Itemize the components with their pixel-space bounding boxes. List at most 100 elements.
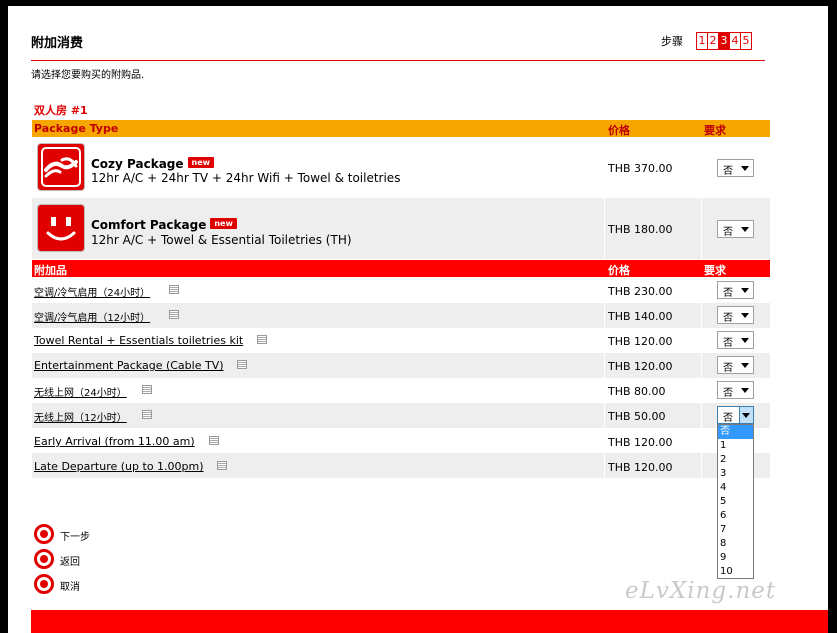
addon-link[interactable]: 无线上网（24小时） (34, 384, 127, 399)
radio-button-icon (34, 574, 54, 594)
chevron-down-icon (742, 413, 750, 418)
package-name: Cozy Package new (91, 157, 215, 171)
chevron-down-icon (741, 227, 749, 232)
dropdown-option[interactable]: 3 (718, 467, 753, 481)
info-icon[interactable] (169, 285, 179, 294)
package-price: THB 180.00 (608, 223, 673, 236)
info-icon[interactable] (142, 385, 152, 394)
addon-link[interactable]: 无线上网（12小时） (34, 409, 127, 424)
info-icon[interactable] (209, 436, 219, 445)
column-divider (604, 198, 605, 259)
addon-link[interactable]: Late Departure (up to 1.00pm) (34, 460, 204, 473)
column-divider (701, 378, 702, 403)
dropdown-option[interactable]: 2 (718, 453, 753, 467)
column-divider (604, 353, 605, 378)
addon-link[interactable]: 空调/冷气启用（24小时） (34, 284, 150, 299)
addon-row-cable-tv: Entertainment Package (Cable TV) THB 120… (32, 353, 770, 378)
column-divider (701, 403, 702, 428)
addon-select-open[interactable]: 否 (717, 406, 754, 424)
addon-price: THB 80.00 (608, 385, 666, 398)
addon-row-wifi-12h: 无线上网（12小时） THB 50.00 否 (32, 403, 770, 428)
column-divider (604, 303, 605, 328)
column-divider (604, 137, 605, 198)
addon-select[interactable]: 否 (717, 356, 754, 374)
addon-row-towel: Towel Rental + Essentials toiletries kit… (32, 328, 770, 353)
chevron-down-icon (741, 313, 749, 318)
info-icon[interactable] (169, 310, 179, 319)
addon-price: THB 140.00 (608, 310, 673, 323)
addon-link[interactable]: 空调/冷气启用（12小时） (34, 309, 150, 324)
column-divider (604, 403, 605, 428)
package-select-comfort[interactable]: 否 (717, 220, 754, 238)
dropdown-option[interactable]: 7 (718, 523, 753, 537)
package-description: 12hr A/C + Towel & Essential Toiletries … (91, 233, 352, 247)
addon-row-early-arrival: Early Arrival (from 11.00 am) THB 120.00 (32, 428, 770, 453)
addon-link[interactable]: Towel Rental + Essentials toiletries kit (34, 334, 243, 347)
addon-link[interactable]: Early Arrival (from 11.00 am) (34, 435, 195, 448)
addon-select[interactable]: 否 (717, 306, 754, 324)
new-badge: new (210, 218, 237, 229)
quantity-dropdown-list[interactable]: 否 1 2 3 4 5 6 7 8 9 10 (717, 424, 754, 579)
addon-row-ac-24h: 空调/冷气启用（24小时） THB 230.00 否 (32, 278, 770, 303)
info-icon[interactable] (142, 410, 152, 419)
chevron-down-icon (741, 388, 749, 393)
room-title: 双人房 #1 (34, 104, 88, 117)
column-divider (701, 328, 702, 353)
dropdown-option[interactable]: 8 (718, 537, 753, 551)
info-icon[interactable] (257, 335, 267, 344)
watermark: eLvXing.net (625, 578, 777, 604)
info-icon[interactable] (217, 461, 227, 470)
chevron-down-icon (741, 166, 749, 171)
page-title: 附加消费 (31, 36, 84, 51)
step-5[interactable]: 5 (740, 32, 752, 50)
column-divider (701, 137, 702, 198)
package-description: 12hr A/C + 24hr TV + 24hr Wifi + Towel &… (91, 171, 401, 185)
package-select-cozy[interactable]: 否 (717, 159, 754, 177)
dropdown-option[interactable]: 1 (718, 439, 753, 453)
column-divider (701, 278, 702, 303)
column-divider (701, 453, 702, 478)
chevron-down-icon (741, 288, 749, 293)
addon-select[interactable]: 否 (717, 331, 754, 349)
page-panel: 附加消费 步骤 1 2 3 4 5 请选择您要购买的附购品. 双人房 #1 Pa… (8, 6, 828, 633)
package-price: THB 370.00 (608, 162, 673, 175)
dropdown-option[interactable]: 5 (718, 495, 753, 509)
radio-button-icon (34, 524, 54, 544)
column-divider (701, 198, 702, 259)
addon-row-ac-12h: 空调/冷气启用（12小时） THB 140.00 否 (32, 303, 770, 328)
column-divider (604, 328, 605, 353)
request-header: 要求 (704, 264, 726, 277)
radio-button-icon (34, 549, 54, 569)
addon-row-wifi-24h: 无线上网（24小时） THB 80.00 否 (32, 378, 770, 403)
dropdown-option[interactable]: 6 (718, 509, 753, 523)
price-header: 价格 (608, 264, 630, 277)
addon-select[interactable]: 否 (717, 281, 754, 299)
dropdown-option[interactable]: 9 (718, 551, 753, 565)
footer-bar (31, 610, 828, 633)
new-badge: new (187, 157, 215, 168)
package-row-comfort: Comfort Package new 12hr A/C + Towel & Es… (32, 198, 770, 259)
column-divider (701, 303, 702, 328)
addon-price: THB 50.00 (608, 410, 666, 423)
request-header: 要求 (704, 124, 726, 137)
addon-price: THB 120.00 (608, 360, 673, 373)
dropdown-option[interactable]: 10 (718, 565, 753, 579)
chevron-down-icon (741, 363, 749, 368)
smiley-icon (38, 205, 84, 251)
column-divider (604, 278, 605, 303)
dropdown-option[interactable]: 4 (718, 481, 753, 495)
step-nav: 1 2 3 4 5 (696, 32, 752, 50)
addon-price: THB 120.00 (608, 461, 673, 474)
addon-select[interactable]: 否 (717, 381, 754, 399)
dropdown-option[interactable]: 否 (718, 425, 753, 439)
hands-icon (38, 144, 84, 190)
instructions-text: 请选择您要购买的附购品. (31, 70, 145, 81)
column-divider (604, 428, 605, 453)
chevron-down-icon (741, 338, 749, 343)
info-icon[interactable] (237, 360, 247, 369)
package-type-header: Package Type (34, 122, 119, 135)
addon-price: THB 120.00 (608, 436, 673, 449)
column-divider (604, 453, 605, 478)
column-divider (701, 428, 702, 453)
addon-link[interactable]: Entertainment Package (Cable TV) (34, 359, 224, 372)
